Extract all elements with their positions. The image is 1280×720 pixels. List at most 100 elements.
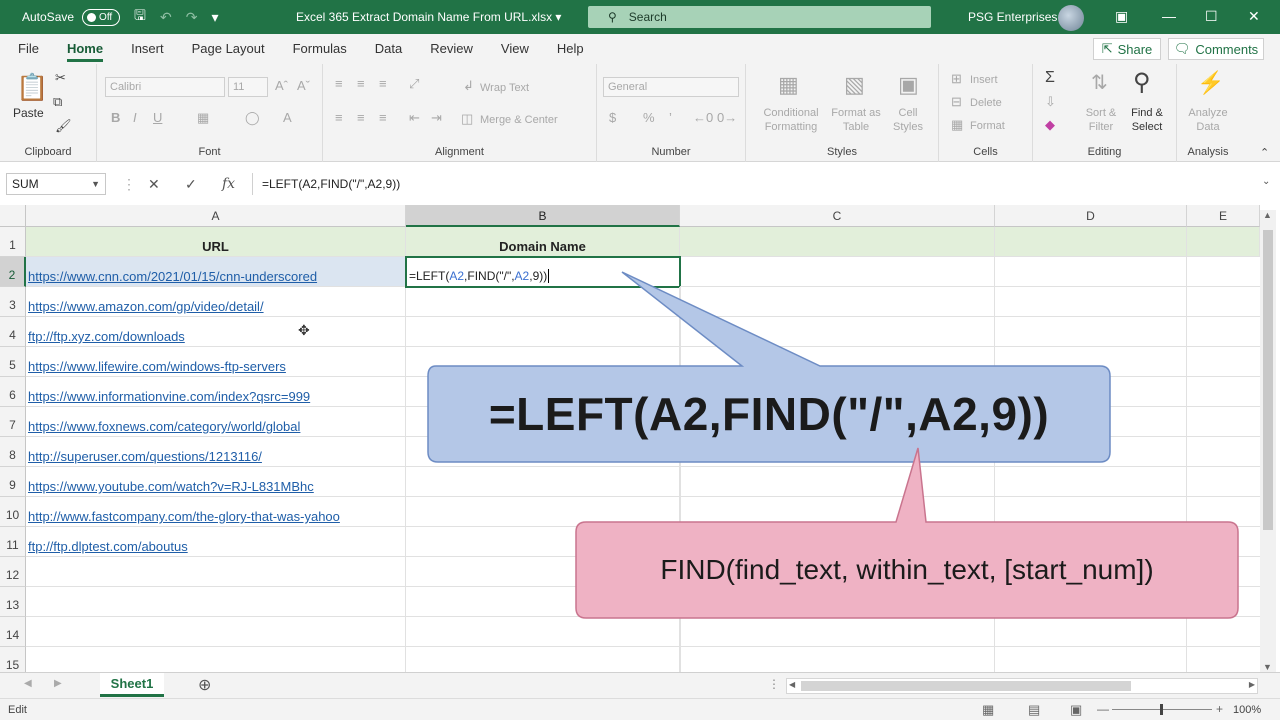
table-cell[interactable] — [26, 647, 406, 672]
table-cell[interactable] — [406, 617, 680, 647]
decrease-font-icon[interactable]: Aˇ — [297, 78, 310, 93]
analyze-data-icon[interactable]: ⚡ — [1197, 70, 1224, 96]
italic-icon[interactable]: I — [133, 110, 137, 125]
copy-icon[interactable]: ⧉ — [53, 94, 62, 110]
find-select-label[interactable]: Find & Select — [1125, 106, 1169, 134]
currency-icon[interactable]: $ — [609, 110, 616, 125]
paste-icon[interactable]: 📋 — [16, 72, 48, 103]
undo-icon[interactable]: ↶ — [160, 9, 172, 26]
cell-styles-icon[interactable]: ▣ — [898, 72, 919, 98]
cancel-icon[interactable]: ✕ — [148, 176, 160, 193]
scroll-right-icon[interactable]: ▶ — [1249, 680, 1255, 689]
row-header[interactable]: 10 — [0, 497, 26, 527]
customize-toolbar-icon[interactable]: ▾ — [211, 9, 218, 26]
row-header[interactable]: 6 — [0, 377, 26, 407]
table-cell[interactable] — [406, 647, 680, 672]
more-options-icon[interactable]: ⋮ — [122, 176, 136, 193]
align-middle-icon[interactable]: ≡ — [357, 76, 365, 91]
column-header-c[interactable]: C — [680, 205, 995, 227]
align-right-icon[interactable]: ≡ — [379, 110, 387, 125]
row-header[interactable]: 13 — [0, 587, 26, 617]
vertical-scroll-thumb[interactable] — [1263, 230, 1273, 530]
redo-icon[interactable]: ↷ — [186, 9, 198, 26]
table-cell[interactable] — [995, 227, 1187, 257]
scroll-up-icon[interactable]: ▲ — [1263, 210, 1272, 220]
bold-icon[interactable]: B — [111, 110, 120, 125]
add-sheet-icon[interactable]: ⊕ — [198, 675, 211, 695]
minimize-icon[interactable]: — — [1162, 8, 1176, 24]
scroll-left-icon[interactable]: ◀ — [789, 680, 795, 689]
fill-color-icon[interactable]: ◯ — [245, 110, 260, 126]
tab-insert[interactable]: Insert — [117, 34, 178, 64]
row-header[interactable]: 15 — [0, 647, 26, 672]
decrease-decimal-icon[interactable]: 0→ — [717, 110, 737, 125]
number-format-combo[interactable]: General — [603, 77, 739, 97]
zoom-in-icon[interactable]: + — [1216, 702, 1223, 716]
active-cell-b2[interactable]: =LEFT(A2,FIND("/",A2,9)) — [405, 256, 681, 288]
header-cell-url[interactable]: URL — [26, 227, 406, 257]
table-cell[interactable] — [406, 287, 680, 317]
comments-button[interactable]: 🗨 Comments — [1168, 38, 1264, 60]
tab-page-layout[interactable]: Page Layout — [178, 34, 279, 64]
table-cell[interactable] — [680, 227, 995, 257]
comma-style-icon[interactable]: ’ — [669, 110, 672, 125]
underline-icon[interactable]: U — [153, 110, 162, 125]
avatar[interactable] — [1058, 5, 1084, 31]
table-cell[interactable] — [406, 317, 680, 347]
split-handle-icon[interactable]: ⋮ — [768, 677, 780, 691]
url-cell[interactable]: ftp://ftp.dlptest.com/aboutus — [26, 527, 406, 557]
zoom-level[interactable]: 100% — [1233, 704, 1261, 716]
page-break-view-icon[interactable]: ▣ — [1070, 702, 1082, 718]
search-box[interactable]: ⚲ Search — [588, 6, 931, 28]
url-cell[interactable]: https://www.lifewire.com/windows-ftp-ser… — [26, 347, 406, 377]
row-header[interactable]: 5 — [0, 347, 26, 377]
row-header[interactable]: 2 — [0, 257, 26, 287]
url-cell[interactable]: http://superuser.com/questions/1213116/ — [26, 437, 406, 467]
align-bottom-icon[interactable]: ≡ — [379, 76, 387, 91]
url-cell[interactable]: https://www.informationvine.com/index?qs… — [26, 377, 406, 407]
row-header[interactable]: 9 — [0, 467, 26, 497]
horizontal-scrollbar[interactable]: ◀ ▶ — [786, 678, 1258, 694]
url-cell[interactable]: https://www.amazon.com/gp/video/detail/ — [26, 287, 406, 317]
user-name[interactable]: PSG Enterprises — [968, 10, 1057, 24]
tab-file[interactable]: File — [4, 34, 53, 64]
prev-sheet-icon[interactable]: ◀ — [24, 678, 32, 689]
scroll-down-icon[interactable]: ▼ — [1263, 662, 1272, 672]
url-cell[interactable]: http://www.fastcompany.com/the-glory-tha… — [26, 497, 406, 527]
increase-decimal-icon[interactable]: ←0 — [693, 110, 713, 125]
table-cell[interactable] — [26, 587, 406, 617]
collapse-ribbon-icon[interactable]: ⌃ — [1260, 146, 1269, 159]
analyze-data-label[interactable]: Analyze Data — [1183, 106, 1233, 134]
format-painter-icon[interactable]: 🖌 — [55, 118, 72, 134]
format-label[interactable]: Format — [970, 119, 1005, 133]
select-all-corner[interactable] — [0, 205, 26, 227]
ribbon-display-icon[interactable]: ▣ — [1115, 8, 1128, 25]
table-cell[interactable] — [406, 467, 680, 497]
paste-label[interactable]: Paste — [13, 106, 44, 120]
share-button[interactable]: ⇱ Share — [1093, 38, 1161, 60]
table-cell[interactable] — [26, 617, 406, 647]
horizontal-scroll-thumb[interactable] — [801, 681, 1131, 691]
tab-data[interactable]: Data — [361, 34, 416, 64]
column-header-d[interactable]: D — [995, 205, 1187, 227]
cut-icon[interactable]: ✂ — [55, 70, 66, 86]
next-sheet-icon[interactable]: ▶ — [54, 678, 62, 689]
url-cell[interactable]: https://www.cnn.com/2021/01/15/cnn-under… — [26, 257, 406, 287]
tab-home[interactable]: Home — [53, 34, 117, 64]
row-header[interactable]: 11 — [0, 527, 26, 557]
enter-icon[interactable]: ✓ — [185, 176, 197, 193]
autosave-toggle[interactable]: Off — [82, 8, 121, 26]
tab-formulas[interactable]: Formulas — [279, 34, 361, 64]
zoom-slider-handle[interactable] — [1160, 704, 1163, 715]
url-cell[interactable]: https://www.foxnews.com/category/world/g… — [26, 407, 406, 437]
expand-formula-bar-icon[interactable]: ⌄ — [1262, 176, 1270, 187]
format-as-table-label[interactable]: Format as Table — [828, 106, 884, 134]
font-name-combo[interactable]: Calibri — [105, 77, 225, 97]
row-header[interactable]: 8 — [0, 437, 26, 467]
delete-cells-icon[interactable]: ⊟ — [951, 94, 962, 110]
format-cells-icon[interactable]: ▦ — [951, 117, 963, 133]
window-title[interactable]: Excel 365 Extract Domain Name From URL.x… — [296, 10, 561, 24]
row-header[interactable]: 4 — [0, 317, 26, 347]
page-layout-view-icon[interactable]: ▤ — [1028, 702, 1040, 718]
sheet-tab-sheet1[interactable]: Sheet1 — [100, 673, 164, 697]
